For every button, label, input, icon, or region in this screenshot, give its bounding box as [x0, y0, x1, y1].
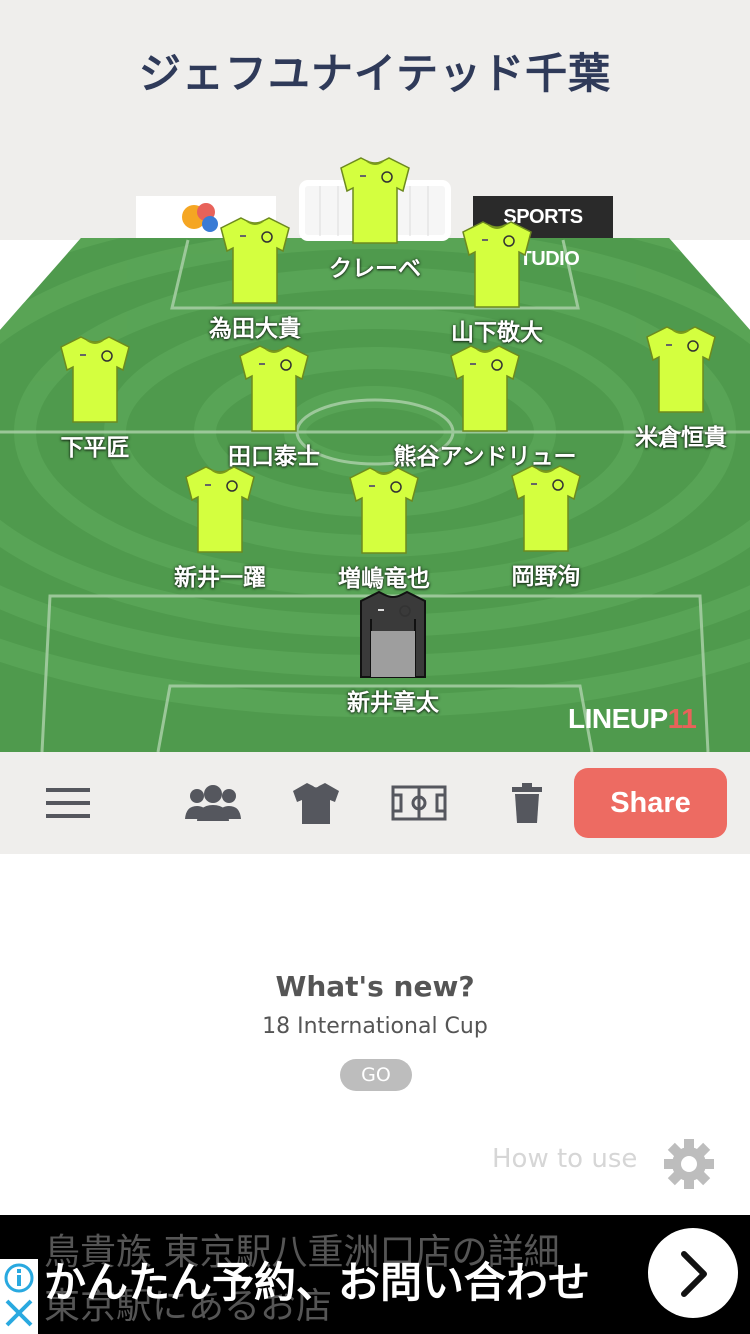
gear-icon [664, 1139, 714, 1189]
team-title[interactable]: ジェフユナイテッド千葉 [0, 40, 750, 101]
delete-button[interactable] [505, 752, 549, 854]
player-shirt-icon [220, 217, 290, 304]
player-name[interactable]: 山下敬大 [397, 313, 597, 347]
settings-button[interactable] [662, 1137, 716, 1195]
shirt-icon [293, 783, 339, 824]
player-slot[interactable]: 為田大貴 [155, 215, 355, 343]
how-to-use-link[interactable]: How to use [492, 1144, 637, 1174]
info-close-icon [4, 1263, 34, 1327]
player-shirt-icon [185, 466, 255, 553]
player-name[interactable]: 下平匠 [0, 428, 195, 462]
player-slot[interactable]: 下平匠 [0, 334, 195, 462]
team-icon [185, 785, 241, 821]
menu-icon [46, 788, 90, 818]
player-name[interactable]: 岡野洵 [446, 557, 646, 591]
player-slot[interactable]: 岡野洵 [446, 463, 646, 591]
player-shirt-icon [60, 336, 130, 423]
goalkeeper-slot[interactable]: 新井章太 [293, 589, 493, 717]
whats-new-text[interactable]: 18 International Cup [0, 1014, 750, 1039]
kit-button[interactable] [288, 752, 344, 854]
ad-info-button[interactable] [0, 1259, 38, 1334]
player-name[interactable]: 米倉恒貴 [581, 418, 750, 452]
player-slot[interactable]: 熊谷アンドリュー [385, 343, 585, 471]
field-icon [391, 785, 447, 821]
player-shirt-icon [646, 326, 716, 413]
player-name[interactable]: 新井章太 [293, 683, 493, 717]
team-button[interactable] [180, 752, 246, 854]
field-button[interactable] [388, 752, 450, 854]
go-button[interactable]: GO [340, 1059, 412, 1091]
player-shirt-icon [462, 221, 532, 308]
ad-banner[interactable]: 鳥貴族 東京駅八重洲口店の詳細 東京駅にあるお店 かんたん予約、お問い合わせ [0, 1215, 750, 1334]
whats-new-title: What's new? [275, 970, 475, 1003]
trash-icon [512, 783, 542, 823]
player-slot[interactable]: 田口泰士 [174, 343, 374, 471]
player-shirt-icon [511, 465, 581, 552]
share-button[interactable]: Share [574, 768, 727, 838]
lineup11-logo: LINEUP11 [568, 703, 697, 734]
player-slot[interactable]: 米倉恒貴 [581, 324, 750, 452]
player-shirt-icon [239, 345, 309, 432]
ad-arrow-button[interactable] [648, 1228, 738, 1318]
menu-button[interactable] [38, 752, 98, 854]
player-shirt-icon [450, 345, 520, 432]
player-shirt-icon [349, 467, 419, 554]
goalkeeper-shirt-icon [360, 590, 426, 678]
ad-text[interactable]: かんたん予約、お問い合わせ [44, 1249, 590, 1310]
chevron-right-icon [681, 1251, 707, 1297]
player-slot[interactable]: 山下敬大 [397, 219, 597, 347]
